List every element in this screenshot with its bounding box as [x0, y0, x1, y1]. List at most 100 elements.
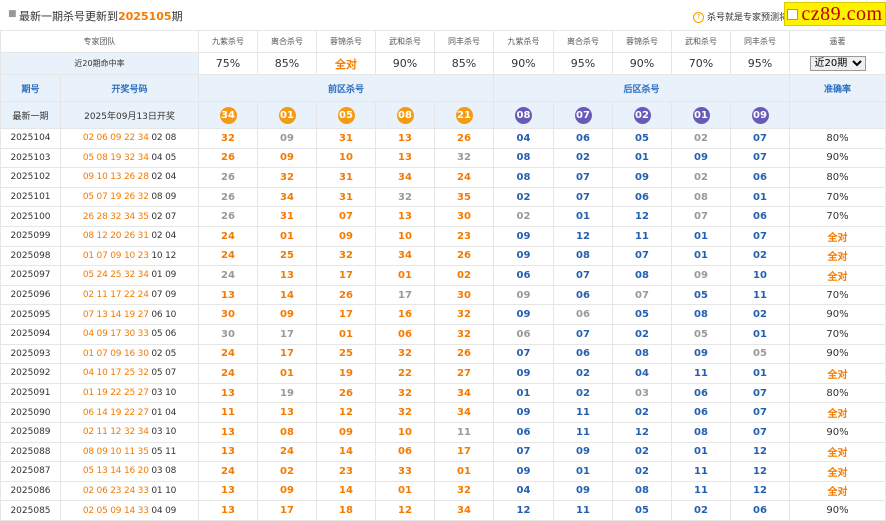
front-draw-numbers: 02 06 23 24 33 — [82, 485, 149, 496]
expert-name[interactable]: 九紫杀号 — [198, 30, 258, 53]
front-kill-value: 34 — [375, 167, 435, 188]
expert-name[interactable]: 同丰杀号 — [730, 30, 790, 53]
latest-front-kill: 08 — [375, 101, 435, 129]
back-kill-value: 07 — [671, 206, 731, 227]
expert-name[interactable]: 武和杀号 — [375, 30, 435, 53]
back-draw-numbers: 04 05 — [151, 152, 177, 163]
back-kill-value: 05 — [612, 128, 672, 149]
front-kill-value: 10 — [316, 147, 376, 169]
front-kill-value: 32 — [375, 382, 435, 404]
front-draw-numbers: 04 09 17 30 33 — [82, 329, 149, 340]
front-kill-value: 34 — [434, 500, 494, 521]
front-kill-value: 26 — [316, 284, 376, 306]
back-kill-value: 05 — [730, 343, 790, 365]
front-kill-value: 13 — [375, 206, 435, 227]
period-select[interactable]: 近20期 — [809, 56, 866, 71]
back-kill-value: 01 — [671, 441, 731, 463]
front-draw-numbers: 04 10 17 25 32 — [82, 368, 149, 379]
back-kill-value: 12 — [612, 206, 672, 227]
front-kill-value: 32 — [198, 128, 258, 149]
draw-numbers: 08 09 10 11 35 05 11 — [60, 441, 199, 463]
table-row: 2025087 05 13 14 16 20 03 08 24 02 23 33 01 09 0… — [0, 461, 886, 482]
front-kill-value: 32 — [375, 186, 435, 208]
front-kill-header: 前区杀号 — [198, 74, 494, 102]
accuracy-value: 90% — [789, 147, 886, 169]
table-row: 2025093 01 07 09 16 30 02 05 24 17 25 32 26 07 0… — [0, 343, 886, 365]
front-draw-numbers: 01 19 22 25 27 — [82, 388, 149, 399]
draw-numbers: 01 07 09 10 23 10 12 — [60, 245, 199, 267]
expert-name[interactable]: 武和杀号 — [671, 30, 731, 53]
back-kill-value: 09 — [553, 480, 613, 502]
back-draw-numbers: 08 09 — [151, 192, 177, 203]
back-draw-numbers: 03 08 — [151, 466, 177, 477]
front-kill-value: 24 — [257, 441, 317, 463]
front-kill-value: 17 — [316, 265, 376, 286]
front-draw-numbers: 06 14 19 22 27 — [82, 407, 149, 418]
back-draw-numbers: 05 07 — [151, 368, 177, 379]
draw-numbers: 01 07 09 16 30 02 05 — [60, 343, 199, 365]
expert-name[interactable]: 蓉锦杀号 — [612, 30, 672, 53]
front-kill-value: 32 — [375, 402, 435, 423]
front-kill-value: 26 — [434, 245, 494, 267]
front-draw-numbers: 05 08 19 32 34 — [82, 152, 149, 163]
back-kill-value: 06 — [612, 186, 672, 208]
back-kill-ball: 01 — [692, 106, 710, 124]
front-kill-value: 13 — [198, 382, 258, 404]
back-kill-value: 12 — [730, 461, 790, 482]
back-kill-value: 08 — [553, 245, 613, 267]
front-kill-value: 34 — [434, 382, 494, 404]
front-kill-value: 10 — [375, 225, 435, 247]
front-kill-value: 01 — [316, 323, 376, 345]
front-kill-value: 14 — [316, 480, 376, 502]
table-row: 2025102 09 10 13 26 28 02 04 26 32 31 34 24 08 0… — [0, 167, 886, 188]
back-kill-value: 04 — [612, 363, 672, 384]
expert-header-row: 专家团队 九紫杀号 离合杀号 蓉锦杀号 武和杀号 同丰杀号 九紫杀号 离合杀号 蓉锦杀号 武和… — [0, 30, 886, 53]
back-kill-value: 07 — [553, 167, 613, 188]
issue-number: 2025099 — [0, 225, 61, 247]
front-kill-value: 19 — [257, 382, 317, 404]
back-kill-value: 07 — [730, 147, 790, 169]
front-kill-value: 32 — [434, 480, 494, 502]
front-kill-value: 17 — [375, 284, 435, 306]
expert-name[interactable]: 离合杀号 — [257, 30, 317, 53]
back-kill-value: 04 — [493, 480, 554, 502]
front-kill-value: 26 — [434, 343, 494, 365]
back-kill-value: 08 — [671, 304, 731, 325]
draw-numbers: 01 19 22 25 27 03 10 — [60, 382, 199, 404]
front-kill-value: 13 — [198, 284, 258, 306]
hit-rate: 85% — [257, 52, 317, 75]
hit-rate-label: 近20期命中率 — [0, 52, 199, 75]
front-draw-numbers: 02 05 09 14 33 — [82, 505, 149, 516]
front-kill-ball: 08 — [396, 106, 414, 124]
expert-name[interactable]: 九紫杀号 — [493, 30, 554, 53]
table-row: 2025095 07 13 14 19 27 06 10 30 09 17 16 32 09 0… — [0, 304, 886, 325]
back-kill-value: 12 — [730, 480, 790, 502]
front-kill-value: 26 — [316, 382, 376, 404]
back-kill-value: 08 — [493, 167, 554, 188]
back-kill-value: 07 — [730, 128, 790, 149]
front-kill-value: 34 — [257, 186, 317, 208]
front-kill-value: 32 — [434, 323, 494, 345]
front-kill-value: 24 — [198, 343, 258, 365]
back-kill-value: 06 — [493, 421, 554, 443]
issue-number: 2025095 — [0, 304, 61, 325]
back-kill-value: 07 — [553, 323, 613, 345]
latest-back-kill: 07 — [553, 101, 613, 129]
table-row: 2025089 02 11 12 32 34 03 10 13 08 09 10 11 06 1… — [0, 421, 886, 443]
back-kill-value: 01 — [730, 186, 790, 208]
table-row: 2025092 04 10 17 25 32 05 07 24 01 19 22 27 09 0… — [0, 363, 886, 384]
back-kill-value: 11 — [671, 480, 731, 502]
expert-name[interactable]: 蓉锦杀号 — [316, 30, 376, 53]
hit-rate: 全对 — [316, 52, 376, 75]
back-kill-value: 09 — [493, 363, 554, 384]
expert-name[interactable]: 同丰杀号 — [434, 30, 494, 53]
site-logo[interactable]: cz89.com — [784, 2, 886, 26]
front-kill-value: 31 — [316, 186, 376, 208]
front-kill-value: 25 — [257, 245, 317, 267]
back-kill-value: 01 — [730, 363, 790, 384]
front-kill-value: 31 — [316, 128, 376, 149]
draw-numbers: 05 07 19 26 32 08 09 — [60, 186, 199, 208]
accuracy-value: 70% — [789, 206, 886, 227]
expert-name[interactable]: 离合杀号 — [553, 30, 613, 53]
back-kill-value: 12 — [612, 421, 672, 443]
